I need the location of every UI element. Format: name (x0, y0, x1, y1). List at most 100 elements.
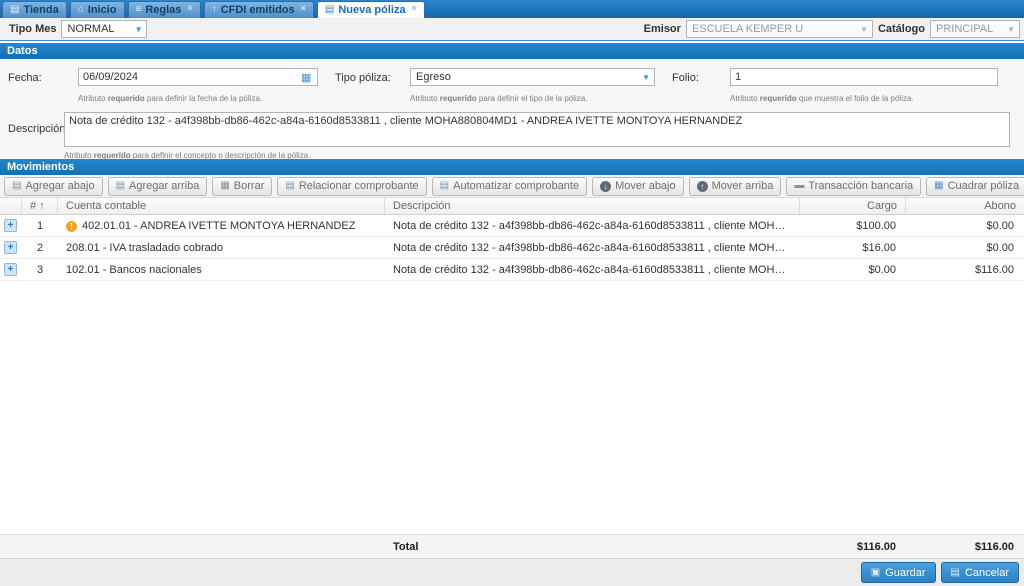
cargo-cell: $0.00 (800, 264, 906, 276)
tab-nueva-p-liza[interactable]: ▤Nueva póliza× (317, 1, 425, 18)
button-label: Agregar abajo (25, 180, 94, 192)
button-label: Automatizar comprobante (453, 180, 579, 192)
grid-body: +1!402.01.01 - ANDREA IVETTE MONTOYA HER… (0, 215, 1024, 281)
row-number: 2 (22, 242, 58, 254)
agregar-abajo-button[interactable]: ▤ Agregar abajo (4, 177, 103, 196)
catalogo-combo[interactable]: PRINCIPAL ▼ (930, 20, 1020, 38)
tab-reglas[interactable]: ≡Reglas× (128, 1, 201, 18)
descripcion-textarea[interactable]: Nota de crédito 132 - a4f398bb-db86-462c… (64, 112, 1010, 147)
button-label: Mover arriba (712, 180, 774, 192)
abono-cell: $0.00 (906, 242, 1024, 254)
add-below-icon: ▤ (12, 181, 21, 191)
abono-cell: $116.00 (906, 264, 1024, 276)
folio-input[interactable] (730, 68, 998, 86)
abono-column-header[interactable]: Abono (906, 198, 1024, 214)
folio-help: Atributo requerido que muestra el folio … (730, 94, 914, 103)
descripcion-label: Descripción: (8, 123, 69, 135)
automate-doc-icon: ▤ (440, 181, 449, 191)
tab-inicio[interactable]: ⌂ Inicio (70, 1, 125, 18)
chevron-down-icon: ▼ (642, 73, 650, 82)
close-icon[interactable]: × (412, 4, 417, 13)
cuenta-cell: !402.01.01 - ANDREA IVETTE MONTOYA HERNA… (58, 220, 385, 232)
trash-icon: ▦ (220, 181, 229, 191)
add-above-icon: ▤ (116, 181, 125, 191)
guardar-button[interactable]: ▣ Guardar (861, 562, 936, 583)
agregar-arriba-button[interactable]: ▤ Agregar arriba (108, 177, 208, 196)
movimientos-panel-header: Movimientos (0, 159, 1024, 175)
cargo-cell: $16.00 (800, 242, 906, 254)
relacionar-comprobante-button[interactable]: ▤Relacionar comprobante (277, 177, 426, 196)
cancel-doc-icon: ▤ (951, 568, 960, 578)
table-row[interactable]: +2208.01 - IVA trasladado cobradoNota de… (0, 237, 1024, 259)
close-icon[interactable]: × (187, 4, 192, 13)
button-label: Relacionar comprobante (299, 180, 419, 192)
fecha-input[interactable] (78, 68, 318, 86)
nueva-poliza-window: ▤Tienda⌂Inicio≡Reglas×↑CFDI emitidos×▤Nu… (0, 0, 1024, 586)
cargo-cell: $100.00 (800, 220, 906, 232)
cuadrar-póliza-button[interactable]: ▦Cuadrar póliza (926, 177, 1024, 196)
catalogo-label: Catálogo (878, 23, 925, 35)
tab-label: CFDI emitidos (221, 4, 295, 16)
expander-column-header (0, 198, 22, 214)
tipo-poliza-help: Atributo requerido para definir el tipo … (410, 94, 587, 103)
catalogo-value: PRINCIPAL (936, 23, 993, 35)
top-option-bar: Tipo Mes NORMAL ▼ Emisor ESCUELA KEMPER … (0, 18, 1024, 41)
calendar-icon[interactable]: ▦ (301, 71, 311, 84)
descripcion-column-header[interactable]: Descripción (385, 198, 800, 214)
expand-row-icon[interactable]: + (4, 219, 17, 232)
table-row[interactable]: +3102.01 - Bancos nacionalesNota de créd… (0, 259, 1024, 281)
button-label: Agregar arriba (129, 180, 199, 192)
tab-label: Tienda (23, 4, 58, 16)
total-label: Total (385, 541, 800, 553)
footer-bar: ▣ Guardar ▤ Cancelar (0, 558, 1024, 586)
cuenta-cell: 208.01 - IVA trasladado cobrado (58, 242, 385, 254)
row-number: 3 (22, 264, 58, 276)
emisor-label: Emisor (644, 23, 681, 35)
transacción-bancaria-button[interactable]: ▬ Transacción bancaria (786, 177, 921, 196)
movimientos-toolbar: ▤Agregar abajo▤Agregar arriba▦Borrar▤Rel… (0, 175, 1024, 198)
cuenta-column-header[interactable]: Cuenta contable (58, 198, 385, 214)
save-icon: ▣ (871, 568, 880, 578)
cuenta-cell: 102.01 - Bancos nacionales (58, 264, 385, 276)
warning-flag-icon: ! (66, 221, 77, 232)
grid-empty-area (0, 281, 1024, 534)
tab-label: Inicio (88, 4, 117, 16)
abono-cell: $0.00 (906, 220, 1024, 232)
chevron-down-icon: ▼ (1007, 25, 1015, 34)
tipo-mes-combo[interactable]: NORMAL ▼ (61, 20, 147, 38)
emisor-value: ESCUELA KEMPER U (692, 23, 803, 35)
home-icon: ⌂ (78, 5, 84, 15)
chevron-down-icon: ▼ (135, 25, 143, 34)
tipo-poliza-label: Tipo póliza: (335, 72, 391, 84)
close-icon[interactable]: × (301, 4, 306, 13)
store-icon: ▤ (10, 5, 19, 15)
bank-icon: ▬ (794, 181, 804, 191)
tab-bar: ▤Tienda⌂Inicio≡Reglas×↑CFDI emitidos×▤Nu… (0, 0, 1024, 18)
expand-row-icon[interactable]: + (4, 263, 17, 276)
rules-icon: ≡ (136, 5, 142, 15)
expand-row-icon[interactable]: + (4, 241, 17, 254)
button-label: Transacción bancaria (808, 180, 913, 192)
tab-tienda[interactable]: ▤ Tienda (2, 1, 67, 18)
button-label: Borrar (234, 180, 265, 192)
tab-cfdi-emitidos[interactable]: ↑CFDI emitidos× (204, 1, 314, 18)
cargo-column-header[interactable]: Cargo (800, 198, 906, 214)
cancelar-button[interactable]: ▤ Cancelar (941, 562, 1019, 583)
table-row[interactable]: +1!402.01.01 - ANDREA IVETTE MONTOYA HER… (0, 215, 1024, 237)
tab-label: Nueva póliza (338, 4, 405, 16)
num-column-header[interactable]: # ↑ (22, 198, 58, 214)
row-number: 1 (22, 220, 58, 232)
descripcion-cell: Nota de crédito 132 - a4f398bb-db86-462c… (385, 242, 800, 254)
emisor-combo[interactable]: ESCUELA KEMPER U ▼ (686, 20, 873, 38)
balance-icon: ▦ (934, 181, 943, 191)
borrar-button[interactable]: ▦ Borrar (212, 177, 272, 196)
mover-abajo-button[interactable]: ↓Mover abajo (592, 177, 684, 196)
automatizar-comprobante-button[interactable]: ▤ Automatizar comprobante (432, 177, 587, 196)
tipo-mes-value: NORMAL (67, 23, 114, 35)
button-label: Mover abajo (615, 180, 676, 192)
chevron-down-icon: ▼ (860, 25, 868, 34)
descripcion-cell: Nota de crédito 132 - a4f398bb-db86-462c… (385, 220, 800, 232)
mover-arriba-button[interactable]: ↑Mover arriba (689, 177, 782, 196)
tipo-poliza-combo[interactable]: Egreso ▼ (410, 68, 655, 86)
total-cargo: $116.00 (800, 541, 906, 553)
